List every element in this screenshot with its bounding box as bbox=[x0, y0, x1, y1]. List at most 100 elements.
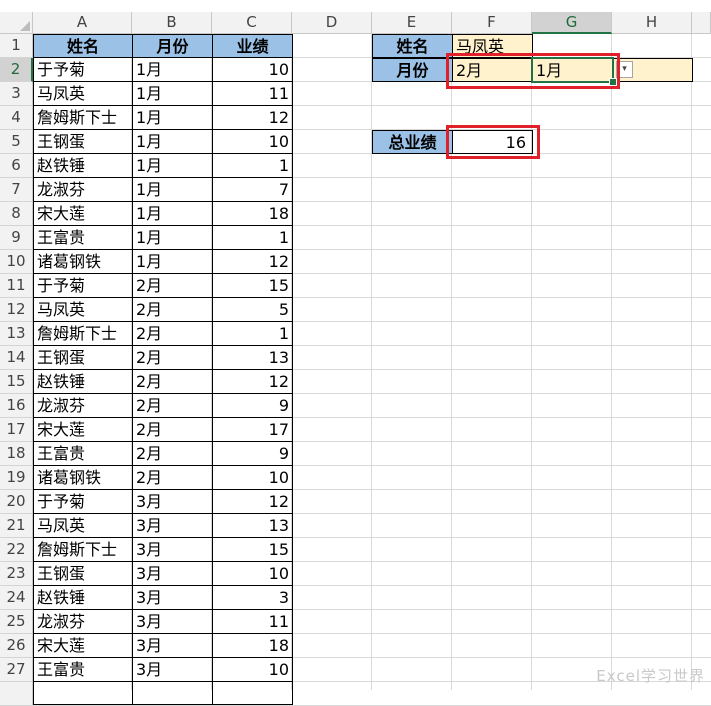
row-header-11[interactable]: 11 bbox=[0, 274, 33, 298]
performance-cell[interactable]: 7 bbox=[212, 177, 293, 202]
month-cell[interactable]: 1月 bbox=[132, 129, 213, 154]
month-cell[interactable]: 1月 bbox=[132, 57, 213, 82]
name-cell[interactable]: 龙淑芬 bbox=[33, 393, 133, 418]
performance-cell[interactable]: 13 bbox=[212, 513, 293, 538]
row-header-17[interactable]: 17 bbox=[0, 418, 33, 442]
name-cell[interactable]: 詹姆斯下士 bbox=[33, 321, 133, 346]
name-cell[interactable]: 龙淑芬 bbox=[33, 177, 133, 202]
name-cell[interactable]: 王钢蛋 bbox=[33, 561, 133, 586]
performance-cell[interactable]: 10 bbox=[212, 57, 293, 82]
performance-cell[interactable]: 15 bbox=[212, 273, 293, 298]
row-header-20[interactable]: 20 bbox=[0, 490, 33, 514]
month-cell[interactable]: 3月 bbox=[132, 609, 213, 634]
month-cell[interactable]: 2月 bbox=[132, 321, 213, 346]
month-cell[interactable]: 1月 bbox=[132, 177, 213, 202]
column-header-h[interactable]: H bbox=[612, 12, 692, 34]
name-cell[interactable]: 赵铁锤 bbox=[33, 585, 133, 610]
name-cell[interactable]: 龙淑芬 bbox=[33, 609, 133, 634]
month-cell[interactable]: 3月 bbox=[132, 561, 213, 586]
header-month[interactable]: 月份 bbox=[132, 34, 213, 58]
row-header-6[interactable]: 6 bbox=[0, 154, 33, 178]
row-header-12[interactable]: 12 bbox=[0, 298, 33, 322]
performance-cell[interactable]: 18 bbox=[212, 633, 293, 658]
month-cell[interactable]: 1月 bbox=[132, 153, 213, 178]
select-all-corner[interactable] bbox=[0, 12, 33, 34]
month-cell[interactable]: 2月 bbox=[132, 465, 213, 490]
name-cell[interactable]: 宋大莲 bbox=[33, 201, 133, 226]
name-cell[interactable]: 王富贵 bbox=[33, 441, 133, 466]
name-cell[interactable]: 马凤英 bbox=[33, 513, 133, 538]
row-header-18[interactable]: 18 bbox=[0, 442, 33, 466]
row-header-14[interactable]: 14 bbox=[0, 346, 33, 370]
column-header-e[interactable]: E bbox=[372, 12, 452, 34]
name-cell[interactable]: 于予菊 bbox=[33, 57, 133, 82]
performance-cell[interactable]: 15 bbox=[212, 537, 293, 562]
lookup-name-label[interactable]: 姓名 bbox=[372, 34, 453, 58]
row-header-5[interactable]: 5 bbox=[0, 130, 33, 154]
row-header-15[interactable]: 15 bbox=[0, 370, 33, 394]
header-performance[interactable]: 业绩 bbox=[212, 34, 293, 58]
performance-cell[interactable]: 11 bbox=[212, 609, 293, 634]
month-cell[interactable]: 3月 bbox=[132, 657, 213, 682]
performance-cell[interactable]: 12 bbox=[212, 369, 293, 394]
name-cell[interactable]: 马凤英 bbox=[33, 297, 133, 322]
performance-cell[interactable]: 5 bbox=[212, 297, 293, 322]
column-header-d[interactable]: D bbox=[292, 12, 372, 34]
row-header-2[interactable]: 2 bbox=[0, 58, 33, 82]
row-header-26[interactable]: 26 bbox=[0, 634, 33, 658]
column-header-c[interactable]: C bbox=[212, 12, 292, 34]
column-header-a[interactable]: A bbox=[33, 12, 132, 34]
row-header-9[interactable]: 9 bbox=[0, 226, 33, 250]
row-header-13[interactable]: 13 bbox=[0, 322, 33, 346]
performance-cell[interactable]: 10 bbox=[212, 561, 293, 586]
performance-cell[interactable]: 12 bbox=[212, 249, 293, 274]
month-cell[interactable]: 2月 bbox=[132, 345, 213, 370]
row-header-4[interactable]: 4 bbox=[0, 106, 33, 130]
performance-cell[interactable]: 1 bbox=[212, 225, 293, 250]
month-cell[interactable]: 2月 bbox=[132, 369, 213, 394]
row-header-10[interactable]: 10 bbox=[0, 250, 33, 274]
performance-cell[interactable]: 1 bbox=[212, 153, 293, 178]
total-label[interactable]: 总业绩 bbox=[372, 130, 453, 154]
lookup-month-label[interactable]: 月份 bbox=[372, 58, 453, 82]
row-header-21[interactable]: 21 bbox=[0, 514, 33, 538]
name-cell[interactable]: 詹姆斯下士 bbox=[33, 537, 133, 562]
performance-cell[interactable]: 12 bbox=[212, 105, 293, 130]
column-header-g[interactable]: G bbox=[532, 12, 612, 34]
month-cell[interactable]: 3月 bbox=[132, 537, 213, 562]
performance-cell[interactable]: 3 bbox=[212, 585, 293, 610]
row-header-16[interactable]: 16 bbox=[0, 394, 33, 418]
month-cell[interactable]: 2月 bbox=[132, 297, 213, 322]
name-cell[interactable]: 宋大莲 bbox=[33, 417, 133, 442]
performance-cell[interactable]: 17 bbox=[212, 417, 293, 442]
performance-cell[interactable]: 10 bbox=[212, 657, 293, 682]
header-name[interactable]: 姓名 bbox=[33, 34, 133, 58]
name-cell[interactable]: 王钢蛋 bbox=[33, 345, 133, 370]
month-cell[interactable]: 1月 bbox=[132, 225, 213, 250]
row-header-19[interactable]: 19 bbox=[0, 466, 33, 490]
name-cell[interactable]: 诸葛钢铁 bbox=[33, 465, 133, 490]
month-cell[interactable]: 3月 bbox=[132, 633, 213, 658]
month-cell[interactable]: 1月 bbox=[132, 81, 213, 106]
row-header-22[interactable]: 22 bbox=[0, 538, 33, 562]
month-cell[interactable]: 3月 bbox=[132, 585, 213, 610]
name-cell[interactable]: 王富贵 bbox=[33, 657, 133, 682]
month-cell[interactable]: 1月 bbox=[132, 105, 213, 130]
month-cell[interactable]: 2月 bbox=[132, 417, 213, 442]
performance-cell[interactable]: 1 bbox=[212, 321, 293, 346]
performance-cell[interactable]: 12 bbox=[212, 489, 293, 514]
performance-cell[interactable]: 11 bbox=[212, 81, 293, 106]
performance-cell[interactable]: 9 bbox=[212, 393, 293, 418]
month-cell[interactable]: 3月 bbox=[132, 513, 213, 538]
column-header-f[interactable]: F bbox=[452, 12, 532, 34]
column-header-b[interactable]: B bbox=[132, 12, 212, 34]
row-header-25[interactable]: 25 bbox=[0, 610, 33, 634]
month-cell[interactable]: 1月 bbox=[132, 201, 213, 226]
performance-cell[interactable]: 18 bbox=[212, 201, 293, 226]
name-cell[interactable]: 詹姆斯下士 bbox=[33, 105, 133, 130]
name-cell[interactable]: 诸葛钢铁 bbox=[33, 249, 133, 274]
row-header-1[interactable]: 1 bbox=[0, 34, 33, 58]
performance-cell[interactable]: 9 bbox=[212, 441, 293, 466]
name-cell[interactable]: 马凤英 bbox=[33, 81, 133, 106]
row-header-8[interactable]: 8 bbox=[0, 202, 33, 226]
